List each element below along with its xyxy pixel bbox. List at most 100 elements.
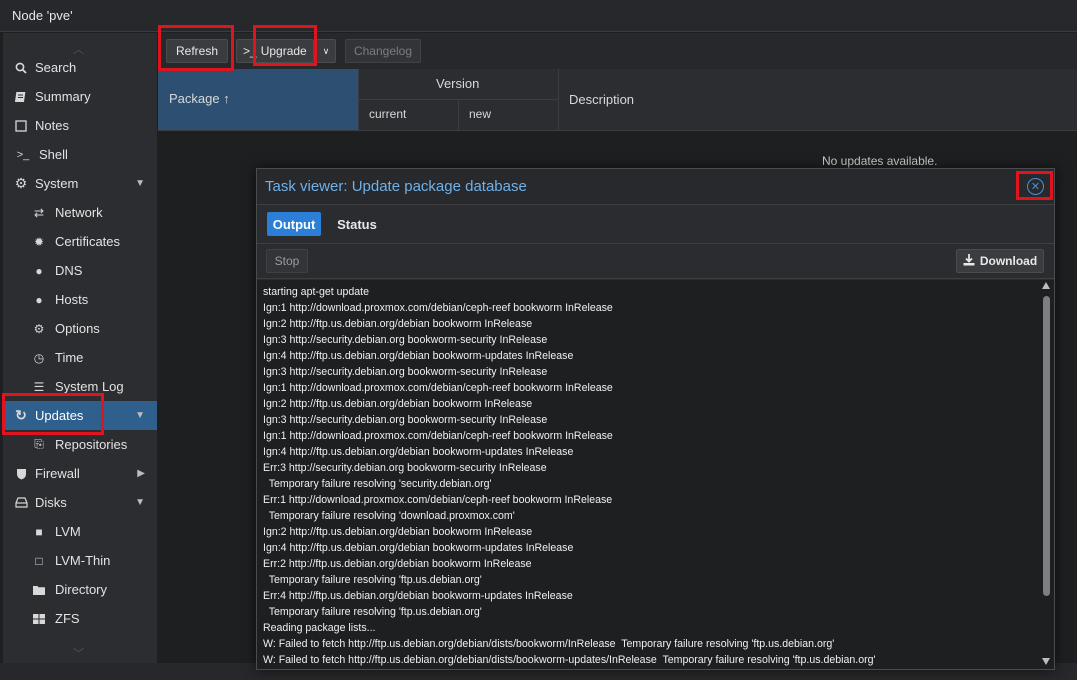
updates-grid-header: Package ↑ Version current new Descriptio… [158, 69, 1077, 131]
grid-icon [31, 611, 47, 627]
empty-grid-text: No updates available. [822, 154, 938, 168]
version-header-label: Version [436, 76, 480, 91]
sidebar-item-certificates[interactable]: ✹ Certificates [3, 227, 157, 256]
sidebar-item-label: Notes [35, 118, 69, 133]
refresh-button-label: Refresh [175, 44, 219, 58]
log-line: Ign:1 http://download.proxmox.com/debian… [263, 430, 613, 442]
task-log-output[interactable]: starting apt-get update Ign:1 http://down… [257, 280, 1039, 669]
stop-button[interactable]: Stop [266, 249, 308, 273]
changelog-button[interactable]: Changelog [345, 39, 421, 63]
download-button[interactable]: Download [956, 249, 1044, 273]
log-line: Temporary failure resolving 'ftp.us.debi… [263, 606, 482, 618]
new-header-label[interactable]: new [469, 107, 491, 121]
sidebar-item-zfs[interactable]: ZFS [3, 604, 157, 633]
globe-icon: ● [35, 292, 43, 307]
gear-icon: ⚙ [33, 321, 45, 336]
sidebar-item-label: Firewall [35, 466, 80, 481]
log-line: Ign:2 http://ftp.us.debian.org/debian bo… [263, 398, 533, 410]
sidebar-item-label: Summary [35, 89, 91, 104]
log-line: Ign:3 http://security.debian.org bookwor… [263, 366, 548, 378]
log-scrollbar[interactable] [1039, 280, 1054, 669]
current-header-label[interactable]: current [369, 107, 406, 121]
sidebar-item-network[interactable]: ⇄ Network [3, 198, 157, 227]
description-header-label[interactable]: Description [569, 92, 634, 107]
book-icon [13, 89, 29, 105]
log-line: starting apt-get update [263, 286, 370, 298]
sidebar-item-repositories[interactable]: ⎘ Repositories [3, 430, 157, 459]
log-line: W: Failed to fetch http://ftp.us.debian.… [263, 654, 876, 666]
log-line: Ign:1 http://download.proxmox.com/debian… [263, 302, 613, 314]
task-viewer-tabs: Output Status [257, 205, 1054, 243]
upgrade-button-label: Upgrade [260, 44, 307, 58]
sidebar-item-notes[interactable]: Notes [3, 111, 157, 140]
sidebar-item-dns[interactable]: ● DNS [3, 256, 157, 285]
notes-icon [13, 118, 29, 134]
sidebar-item-label: Certificates [55, 234, 121, 249]
sidebar-item-label: System [35, 176, 79, 191]
column-divider [558, 69, 559, 130]
log-line: Err:2 http://ftp.us.debian.org/debian bo… [263, 558, 532, 570]
refresh-button[interactable]: Refresh [166, 39, 228, 63]
sidebar-item-label: Search [35, 60, 77, 75]
tab-status-label: Status [337, 216, 377, 232]
sidebar-item-system-log[interactable]: ☰ System Log [3, 372, 157, 401]
log-line: W: Failed to fetch http://ftp.us.debian.… [263, 638, 835, 650]
expand-arrow-icon[interactable]: ▼ [135, 410, 145, 421]
certificate-icon: ✹ [33, 234, 45, 249]
tab-status[interactable]: Status [331, 212, 383, 236]
log-line: Err:4 http://ftp.us.debian.org/debian bo… [263, 590, 573, 602]
sidebar-item-shell[interactable]: >_ Shell [3, 140, 157, 169]
tab-output[interactable]: Output [267, 212, 321, 236]
square-outline-icon: □ [35, 553, 43, 568]
sidebar-item-updates[interactable]: ↻ Updates ▼ [3, 401, 157, 430]
sidebar-item-label: Hosts [55, 292, 89, 307]
updates-toolbar: Refresh >_ Upgrade ∨ Changelog [158, 33, 1077, 69]
expand-arrow-icon[interactable]: ▼ [135, 178, 145, 189]
sidebar-item-hosts[interactable]: ● Hosts [3, 285, 157, 314]
scrollbar-thumb[interactable] [1043, 296, 1050, 596]
changelog-button-label: Changelog [353, 44, 413, 58]
sidebar-item-system[interactable]: ⚙ System ▼ [3, 169, 157, 198]
package-column-header[interactable]: Package ↑ [158, 69, 358, 130]
sidebar-item-search[interactable]: Search [3, 53, 157, 82]
sidebar-item-lvm[interactable]: ■ LVM [3, 517, 157, 546]
sidebar-item-firewall[interactable]: Firewall ▶ [3, 459, 157, 488]
upgrade-button[interactable]: >_ Upgrade [236, 39, 314, 63]
sidebar-item-label: Updates [35, 408, 84, 423]
scroll-down-arrow-icon[interactable] [1042, 658, 1050, 665]
sidebar-item-summary[interactable]: Summary [3, 82, 157, 111]
log-line: Temporary failure resolving 'download.pr… [263, 510, 515, 522]
terminal-icon: >_ [243, 44, 257, 58]
log-line: Ign:3 http://security.debian.org bookwor… [263, 334, 548, 346]
sidebar-item-label: Time [55, 350, 84, 365]
node-title: Node 'pve' [12, 8, 73, 23]
log-line: Reading package lists... [263, 622, 376, 634]
sidebar-item-label: LVM [55, 524, 81, 539]
log-line: Ign:4 http://ftp.us.debian.org/debian bo… [263, 542, 574, 554]
log-line: Temporary failure resolving 'security.de… [263, 478, 492, 490]
refresh-icon: ↻ [15, 407, 27, 423]
tab-output-label: Output [272, 216, 316, 232]
sidebar-scroll-up-icon[interactable]: ︿ [73, 41, 87, 56]
sidebar-item-label: Options [55, 321, 100, 336]
download-icon [963, 253, 975, 269]
sidebar-item-time[interactable]: ◷ Time [3, 343, 157, 372]
expand-arrow-icon[interactable]: ▶ [137, 468, 145, 479]
sidebar-item-label: Network [55, 205, 103, 220]
sidebar-item-disks[interactable]: Disks ▼ [3, 488, 157, 517]
scroll-up-arrow-icon[interactable] [1042, 282, 1050, 289]
sidebar-item-options[interactable]: ⚙ Options [3, 314, 157, 343]
close-icon[interactable]: ✕ [1027, 178, 1044, 195]
sidebar-item-label: LVM-Thin [55, 553, 111, 568]
sidebar-item-directory[interactable]: Directory [3, 575, 157, 604]
sidebar-scroll-down-icon[interactable]: ﹀ [73, 645, 84, 661]
upgrade-menu-button[interactable]: ∨ [316, 39, 336, 63]
sidebar-item-label: Directory [55, 582, 108, 597]
sidebar-item-lvm-thin[interactable]: □ LVM-Thin [3, 546, 157, 575]
log-line: Ign:3 http://security.debian.org bookwor… [263, 414, 548, 426]
log-line: Ign:4 http://ftp.us.debian.org/debian bo… [263, 446, 574, 458]
sidebar-item-label: Shell [39, 147, 68, 162]
task-viewer-header: Task viewer: Update package database ✕ [257, 169, 1054, 205]
expand-arrow-icon[interactable]: ▼ [135, 497, 145, 508]
log-line: Err:3 http://security.debian.org bookwor… [263, 462, 547, 474]
